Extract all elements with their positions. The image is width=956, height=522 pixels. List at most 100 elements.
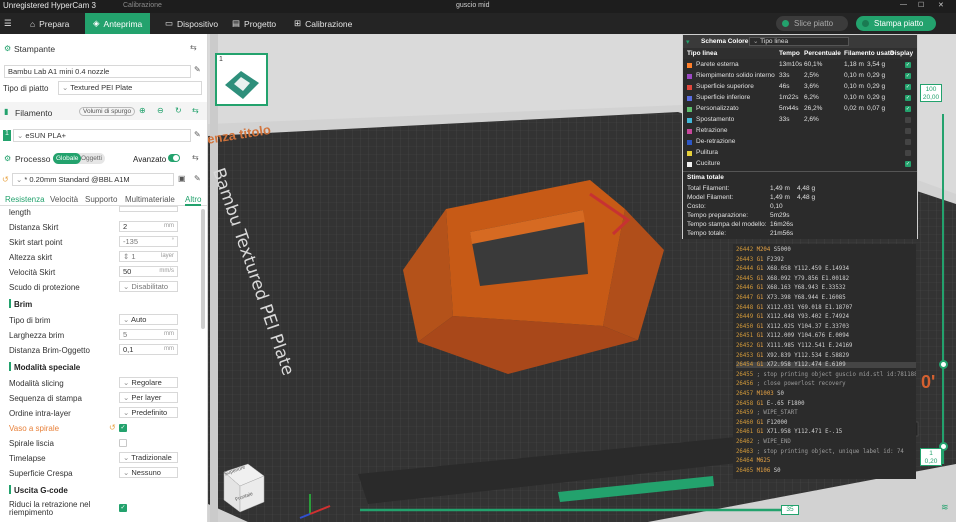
slicing-mode-select[interactable]: ⌄ Regolare bbox=[119, 377, 178, 388]
tab-prepare[interactable]: ⌂ Prepara bbox=[22, 13, 77, 34]
legend-row[interactable]: Pulitura bbox=[687, 148, 917, 158]
legend-row[interactable]: Personalizzato 5m44s 26,2% 0,02 m 0,07 g ✓ bbox=[687, 104, 917, 114]
tab-strength[interactable]: Resistenza bbox=[5, 195, 45, 204]
slice-plate-button[interactable]: Slice piatto bbox=[776, 16, 848, 31]
legend-display-checkbox[interactable] bbox=[905, 117, 911, 123]
gcode-line[interactable]: 26446 G1 X68.163 Y68.943 E.33532 bbox=[736, 285, 846, 291]
save-profile-icon[interactable]: ▣ bbox=[178, 174, 186, 183]
filament-select[interactable]: ⌄ eSUN PLA+ bbox=[13, 129, 191, 142]
skirt-height-input[interactable]: ⇕ 1 layer bbox=[119, 251, 178, 262]
legend-row[interactable]: Parete esterna 13m10s 60,1% 1,18 m 3,54 g ✓ bbox=[687, 60, 917, 70]
skirt-speed-input[interactable]: 50 mm/s bbox=[119, 266, 178, 277]
filament-settings-icon[interactable]: ⇆ bbox=[192, 106, 199, 115]
legend-row[interactable]: Superficie superiore 46s 3,6% 0,10 m 0,29 g ✓ bbox=[687, 82, 917, 92]
gcode-line[interactable]: 26447 G1 X73.398 Y68.944 E.16085 bbox=[736, 295, 846, 301]
gcode-line[interactable]: 26460 G1 F12000 bbox=[736, 420, 787, 426]
gcode-line[interactable]: 26453 G1 X92.839 Y112.534 E.58829 bbox=[736, 353, 849, 359]
timelapse-select[interactable]: ⌄ Tradizionale bbox=[119, 452, 178, 463]
gcode-line[interactable]: 26459 ; WIPE_START bbox=[736, 410, 798, 416]
reset-icon[interactable]: ↺ bbox=[109, 423, 116, 432]
legend-row[interactable]: Superficie inferiore 1m22s 6,2% 0,10 m 0,29 … bbox=[687, 93, 917, 103]
reduce-retraction-checkbox[interactable]: ✓ bbox=[119, 504, 127, 512]
legend-display-checkbox[interactable]: ✓ bbox=[905, 95, 911, 101]
legend-display-checkbox[interactable]: ✓ bbox=[905, 106, 911, 112]
printer-settings-icon[interactable]: ⇆ bbox=[190, 43, 197, 52]
close-icon[interactable]: ✕ bbox=[938, 1, 944, 9]
menu-calibration[interactable]: Calibrazione bbox=[123, 2, 162, 9]
gcode-line[interactable]: 26454 G1 X72.958 Y112.474 E.6109 bbox=[736, 362, 916, 369]
gcode-line[interactable]: 26464 M625 bbox=[736, 458, 770, 464]
gcode-line[interactable]: 26449 G1 X112.048 Y93.402 E.74924 bbox=[736, 314, 849, 320]
plate-thumbnail[interactable]: 1 bbox=[215, 53, 268, 106]
advanced-switch[interactable] bbox=[168, 154, 180, 162]
process-settings-icon[interactable]: ⇆ bbox=[192, 153, 199, 162]
layer-order-select[interactable]: ⌄ Predefinito bbox=[119, 407, 178, 418]
layers-icon[interactable]: ≋ bbox=[941, 502, 949, 513]
smooth-spiral-checkbox[interactable] bbox=[119, 439, 127, 447]
process-profile-select[interactable]: ⌄ * 0.20mm Standard @BBL A1M bbox=[12, 173, 174, 186]
edit-profile-icon[interactable]: ✎ bbox=[194, 174, 201, 183]
gcode-line[interactable]: 26457 M1003 S0 bbox=[736, 391, 784, 397]
maximize-icon[interactable]: ☐ bbox=[918, 1, 924, 9]
gcode-line[interactable]: 26456 ; close powerlost recovery bbox=[736, 381, 846, 387]
legend-display-checkbox[interactable] bbox=[905, 139, 911, 145]
menu-icon[interactable]: ☰ bbox=[0, 13, 18, 34]
gcode-line[interactable]: 26463 ; stop printing object, unique lab… bbox=[736, 449, 904, 455]
view-cube[interactable] bbox=[222, 462, 267, 514]
color-mode-select[interactable]: ⌄ Tipo linea bbox=[749, 37, 849, 46]
legend-display-checkbox[interactable]: ✓ bbox=[905, 84, 911, 90]
skirt-start-input[interactable]: -135 ° bbox=[119, 236, 178, 247]
gcode-line[interactable]: 26444 G1 X68.058 Y112.459 E.14934 bbox=[736, 266, 849, 272]
gcode-line[interactable]: 26450 G1 X112.025 Y104.37 E.33703 bbox=[736, 324, 849, 330]
remove-filament-icon[interactable]: ⊖ bbox=[157, 106, 164, 115]
legend-row[interactable]: Cuciture ✓ bbox=[687, 159, 917, 169]
objects-option[interactable]: Oggetti bbox=[81, 153, 102, 164]
print-sequence-select[interactable]: ⌄ Per layer bbox=[119, 392, 178, 403]
tab-multimaterial[interactable]: Multimateriale bbox=[125, 195, 175, 204]
minimize-icon[interactable]: — bbox=[900, 1, 907, 8]
length-field[interactable] bbox=[119, 206, 178, 212]
tab-other[interactable]: Altro bbox=[185, 195, 202, 206]
printer-select[interactable]: Bambu Lab A1 mini 0.4 nozzle bbox=[4, 65, 191, 78]
legend-display-checkbox[interactable]: ✓ bbox=[905, 62, 911, 68]
gcode-line[interactable]: 26462 ; WIPE_END bbox=[736, 439, 791, 445]
gcode-line[interactable]: 26465 M106 S0 bbox=[736, 468, 781, 474]
edit-printer-icon[interactable]: ✎ bbox=[194, 65, 201, 74]
tab-calibration[interactable]: ⊞ Calibrazione bbox=[286, 13, 360, 34]
brim-gap-input[interactable]: 0,1 mm bbox=[119, 344, 178, 355]
global-objects-toggle[interactable]: Globale Oggetti bbox=[53, 153, 105, 164]
gcode-line[interactable]: 26458 G1 E-.65 F1800 bbox=[736, 401, 805, 407]
tab-preview[interactable]: ◈ Anteprima bbox=[85, 13, 151, 34]
purge-volumes-button[interactable]: Volumi di spurgo bbox=[79, 107, 136, 116]
brim-width-input[interactable]: 5 mm bbox=[119, 329, 178, 340]
skirt-distance-input[interactable]: 2 mm bbox=[119, 221, 178, 232]
legend-row[interactable]: De-retrazione bbox=[687, 137, 917, 147]
plate-type-select[interactable]: ⌄ Textured PEI Plate bbox=[58, 81, 202, 95]
tab-project[interactable]: ▤ Progetto bbox=[224, 13, 284, 34]
sync-filament-icon[interactable]: ↻ bbox=[175, 106, 182, 115]
legend-display-checkbox[interactable] bbox=[905, 150, 911, 156]
gcode-line[interactable]: 26461 G1 X71.958 Y112.471 E-.15 bbox=[736, 429, 842, 435]
gcode-line[interactable]: 26442 M204 S5000 bbox=[736, 247, 791, 253]
layer-slider-top-thumb[interactable] bbox=[939, 360, 948, 369]
legend-chevron-icon[interactable]: ▾ bbox=[686, 38, 690, 46]
tab-device[interactable]: ▭ Dispositivo bbox=[157, 13, 226, 34]
legend-display-checkbox[interactable] bbox=[905, 128, 911, 134]
tab-speed[interactable]: Velocità bbox=[50, 195, 78, 204]
legend-row[interactable]: Riempimento solido interno 33s 2,5% 0,10 m0… bbox=[687, 71, 917, 81]
reset-icon[interactable]: ↺ bbox=[2, 175, 9, 184]
gcode-line[interactable]: 26455 ; stop printing object guscio mid.… bbox=[736, 372, 916, 378]
spiral-vase-checkbox[interactable]: ✓ bbox=[119, 424, 127, 432]
legend-display-checkbox[interactable]: ✓ bbox=[905, 73, 911, 79]
print-plate-button[interactable]: Stampa piatto bbox=[856, 16, 936, 31]
gcode-viewer[interactable]: 26442 M204 S5000 26443 G1 F2392 26444 G1 X… bbox=[733, 244, 916, 479]
brim-type-select[interactable]: ⌄ Auto bbox=[119, 314, 178, 325]
gcode-line[interactable]: 26443 G1 F2392 bbox=[736, 257, 784, 263]
legend-row[interactable]: Retrazione bbox=[687, 126, 917, 136]
gcode-line[interactable]: 26452 G1 X111.985 Y112.541 E.24169 bbox=[736, 343, 852, 349]
draft-shield-select[interactable]: ⌄ Disabilitato bbox=[119, 281, 178, 292]
sidebar-scrollbar[interactable] bbox=[201, 209, 205, 329]
global-option[interactable]: Globale bbox=[53, 153, 82, 164]
edit-filament-icon[interactable]: ✎ bbox=[194, 130, 201, 139]
legend-row[interactable]: Spostamento 33s 2,6% bbox=[687, 115, 917, 125]
